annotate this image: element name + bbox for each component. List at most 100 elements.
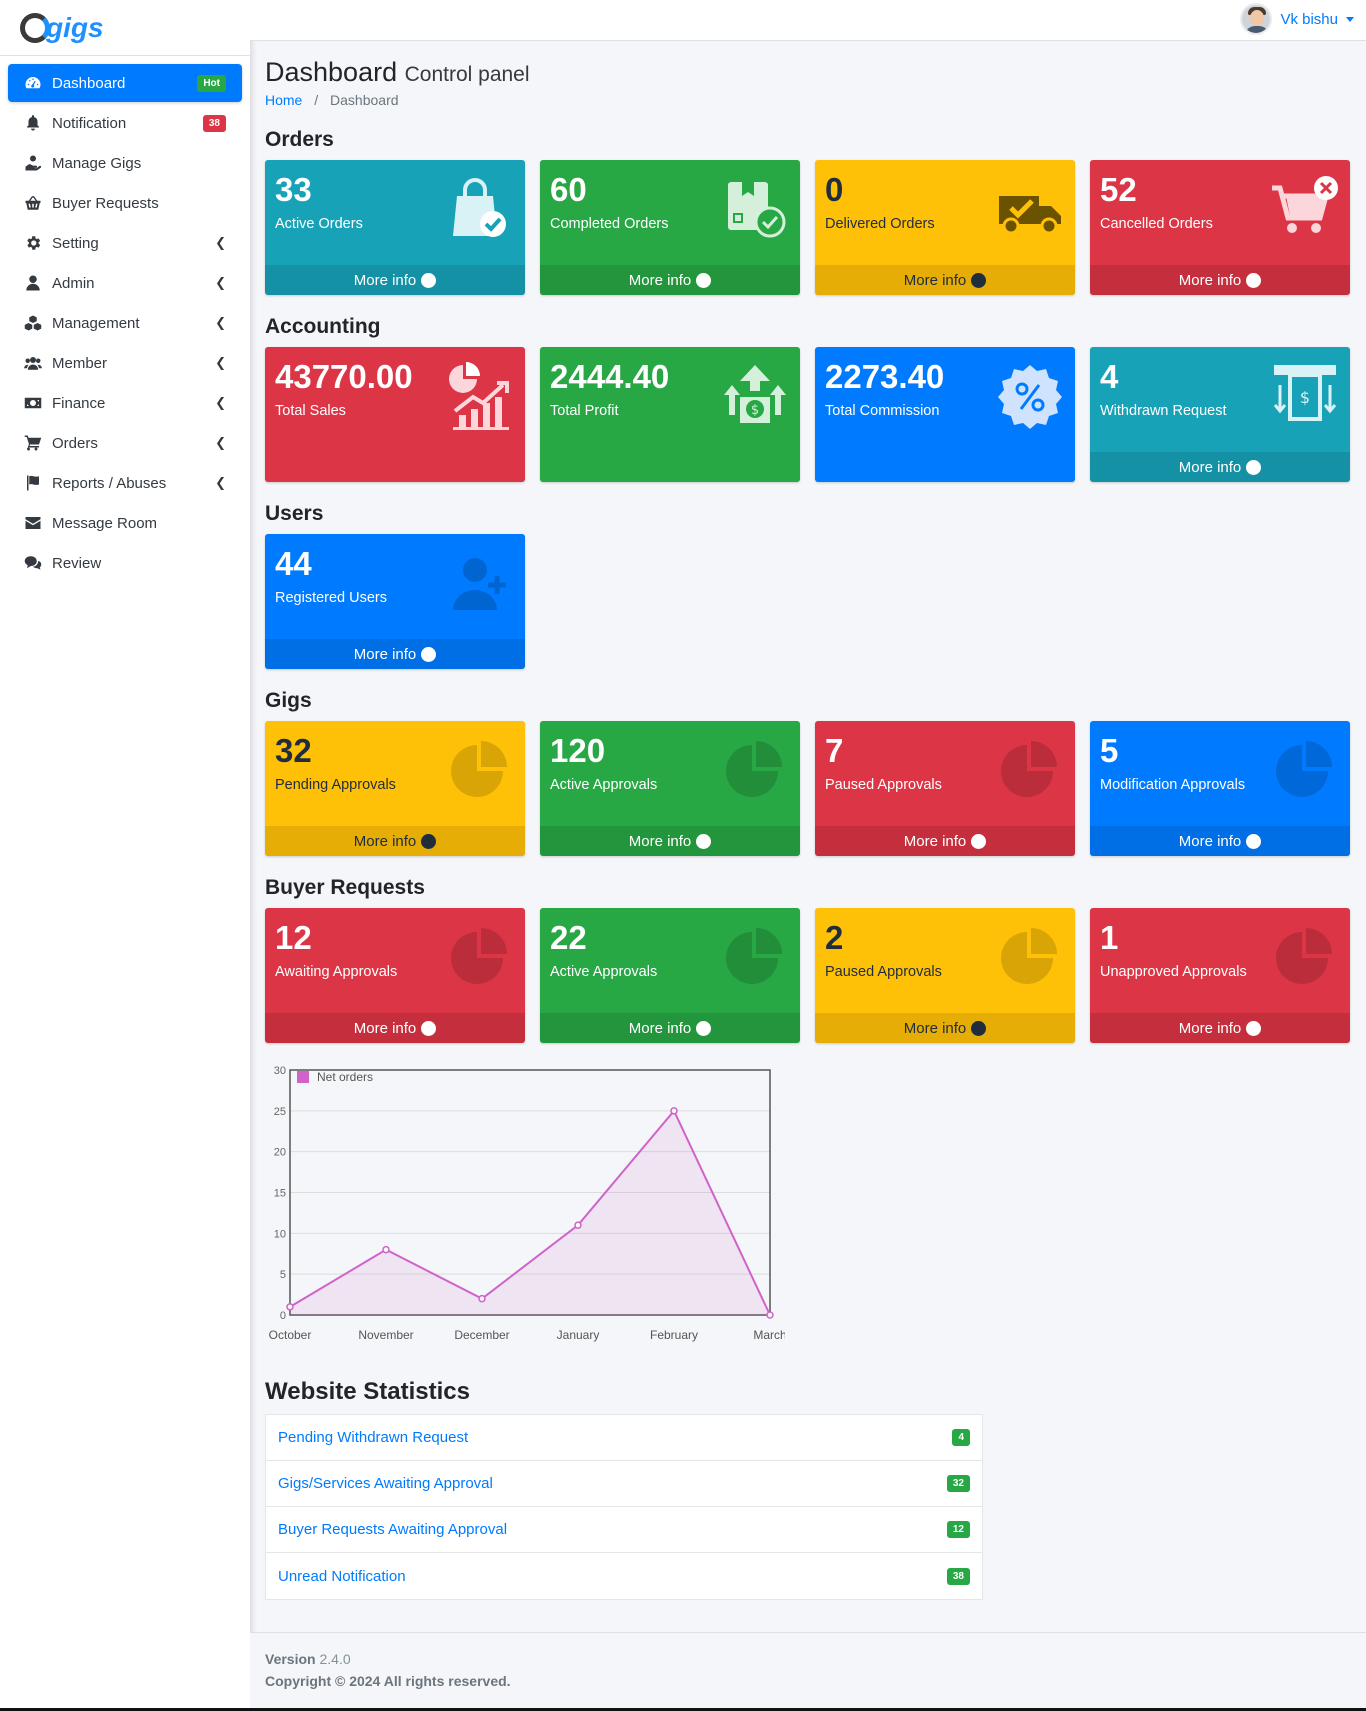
arrow-circle-right-icon xyxy=(696,272,712,288)
sidebar-item-label: Orders xyxy=(52,434,98,452)
more-info-link[interactable]: More info xyxy=(815,826,1075,856)
total-sales-box: 43770.00 Total Sales xyxy=(265,347,525,482)
y-tick-label: 15 xyxy=(274,1188,286,1200)
sidebar-item-reports[interactable]: Reports / Abuses ❮ xyxy=(8,464,242,502)
breadcrumb: Home / Dashboard xyxy=(265,92,1351,108)
user-plus-icon xyxy=(453,558,506,610)
arrow-circle-right-icon xyxy=(971,272,987,288)
more-info-link[interactable]: More info xyxy=(540,826,800,856)
brand-name: gigs xyxy=(46,11,104,43)
gigs-section-title: Gigs xyxy=(265,689,312,712)
pie-chart-icon xyxy=(726,928,782,984)
pie-chart-icon xyxy=(1001,741,1057,797)
sidebar-item-setting[interactable]: Setting ❮ xyxy=(8,224,242,262)
more-info-link[interactable]: More info xyxy=(1090,1013,1350,1043)
sidebar-item-label: Admin xyxy=(52,274,95,292)
pie-chart-icon xyxy=(1276,741,1332,797)
cubes-icon xyxy=(24,314,42,332)
bell-icon xyxy=(24,114,42,132)
more-info-link[interactable]: More info xyxy=(540,265,800,295)
unread-notification-link[interactable]: Unread Notification xyxy=(278,1568,406,1585)
more-info-link[interactable]: More info xyxy=(815,1013,1075,1043)
sidebar-item-dashboard[interactable]: Dashboard Hot xyxy=(8,64,242,102)
arrow-circle-right-icon xyxy=(696,833,712,849)
arrow-circle-right-icon xyxy=(421,1020,437,1036)
withdraw-atm-icon: $ xyxy=(1273,365,1337,421)
version-label: Version xyxy=(265,1651,316,1667)
pending-withdrawn-link[interactable]: Pending Withdrawn Request xyxy=(278,1429,468,1446)
more-info-link[interactable]: More info xyxy=(265,639,525,669)
sidebar-item-label: Member xyxy=(52,354,108,372)
arrow-circle-right-icon xyxy=(421,272,437,288)
main-content: Dashboard Control panel Home / Dashboard… xyxy=(265,41,1351,1600)
breadcrumb-separator: / xyxy=(314,92,319,108)
sidebar-item-admin[interactable]: Admin ❮ xyxy=(8,264,242,302)
delivery-truck-icon xyxy=(999,196,1061,235)
sidebar-item-message-room[interactable]: Message Room xyxy=(8,504,242,542)
data-point xyxy=(478,1294,486,1303)
top-navbar: Vk bishu xyxy=(250,0,1366,41)
orders-grid: 33 Active Orders More info 60 Completed … xyxy=(265,160,1351,295)
br-paused-approvals-box: 2 Paused Approvals More info xyxy=(815,908,1075,1043)
sidebar-item-label: Reports / Abuses xyxy=(52,474,167,492)
svg-text:$: $ xyxy=(1300,388,1310,407)
sidebar-item-buyer-requests[interactable]: Buyer Requests xyxy=(8,184,242,222)
sidebar-item-review[interactable]: Review xyxy=(8,544,242,582)
more-info-link[interactable]: More info xyxy=(265,265,525,295)
sidebar-item-finance[interactable]: Finance ❮ xyxy=(8,384,242,422)
accounting-grid: 43770.00 Total Sales 2444.40 Total Profi… xyxy=(265,347,1351,482)
sidebar-item-notification[interactable]: Notification 38 xyxy=(8,104,242,142)
sidebar-item-label: Finance xyxy=(52,394,106,412)
copyright: Copyright © 2024 All rights reserved. xyxy=(265,1673,511,1689)
more-info-link[interactable]: More info xyxy=(265,1013,525,1043)
users-section-title: Users xyxy=(265,502,324,525)
arrow-circle-right-icon xyxy=(421,833,437,849)
buyer-requests-awaiting-link[interactable]: Buyer Requests Awaiting Approval xyxy=(278,1521,507,1538)
cancelled-orders-box: 52 Cancelled Orders More info xyxy=(1090,160,1350,295)
more-info-link[interactable]: More info xyxy=(540,1013,800,1043)
data-point xyxy=(574,1221,582,1229)
more-info-link[interactable]: More info xyxy=(265,826,525,856)
gear-icon xyxy=(24,234,42,252)
shopping-bag-check-icon xyxy=(453,178,506,237)
pie-chart-icon xyxy=(1001,928,1057,984)
sidebar-item-manage-gigs[interactable]: Manage Gigs xyxy=(8,144,242,182)
sidebar-item-label: Manage Gigs xyxy=(52,154,142,172)
user-name[interactable]: Vk bishu xyxy=(1280,11,1338,28)
br-active-approvals-box: 22 Active Approvals More info xyxy=(540,908,800,1043)
more-info-link[interactable]: More info xyxy=(1090,826,1350,856)
sidebar-item-label: Review xyxy=(52,554,102,572)
more-info-link[interactable]: More info xyxy=(1090,265,1350,295)
more-info-link[interactable]: More info xyxy=(815,265,1075,295)
flag-icon xyxy=(24,474,42,492)
sidebar: gigs Dashboard Hot Notification 38 Manag… xyxy=(0,0,250,1711)
sidebar-menu: Dashboard Hot Notification 38 Manage Gig… xyxy=(0,56,250,592)
gigs-awaiting-link[interactable]: Gigs/Services Awaiting Approval xyxy=(278,1475,493,1492)
sidebar-item-label: Message Room xyxy=(52,514,158,532)
sidebar-item-orders[interactable]: Orders ❮ xyxy=(8,424,242,462)
pie-chart-icon xyxy=(726,741,782,797)
brand-logo[interactable]: gigs xyxy=(20,12,104,44)
arrow-circle-right-icon xyxy=(421,646,437,662)
breadcrumb-home-link[interactable]: Home xyxy=(265,92,302,108)
pie-chart-icon xyxy=(451,741,507,797)
awaiting-approvals-box: 12 Awaiting Approvals More info xyxy=(265,908,525,1043)
chevron-left-icon: ❮ xyxy=(215,355,226,370)
buyer-requests-grid: 12 Awaiting Approvals More info 22 Activ… xyxy=(265,908,1351,1043)
data-point xyxy=(670,1107,678,1115)
brand[interactable]: gigs xyxy=(0,0,250,56)
more-info-link[interactable]: More info xyxy=(1090,452,1350,482)
sidebar-item-member[interactable]: Member ❮ xyxy=(8,344,242,382)
pie-chart-icon xyxy=(1276,928,1332,984)
user-menu[interactable]: Vk bishu xyxy=(1240,3,1354,35)
comments-icon xyxy=(24,554,42,572)
total-profit-box: 2444.40 Total Profit $ xyxy=(540,347,800,482)
sidebar-item-management[interactable]: Management ❮ xyxy=(8,304,242,342)
envelope-icon xyxy=(24,514,42,532)
arrow-circle-right-icon xyxy=(1246,272,1262,288)
list-item: Buyer Requests Awaiting Approval 12 xyxy=(266,1507,982,1553)
page-title: Dashboard Control panel xyxy=(265,57,530,87)
count-badge: 32 xyxy=(946,1475,970,1492)
x-tick-label: January xyxy=(557,1328,600,1342)
total-commission-box: 2273.40 Total Commission xyxy=(815,347,1075,482)
